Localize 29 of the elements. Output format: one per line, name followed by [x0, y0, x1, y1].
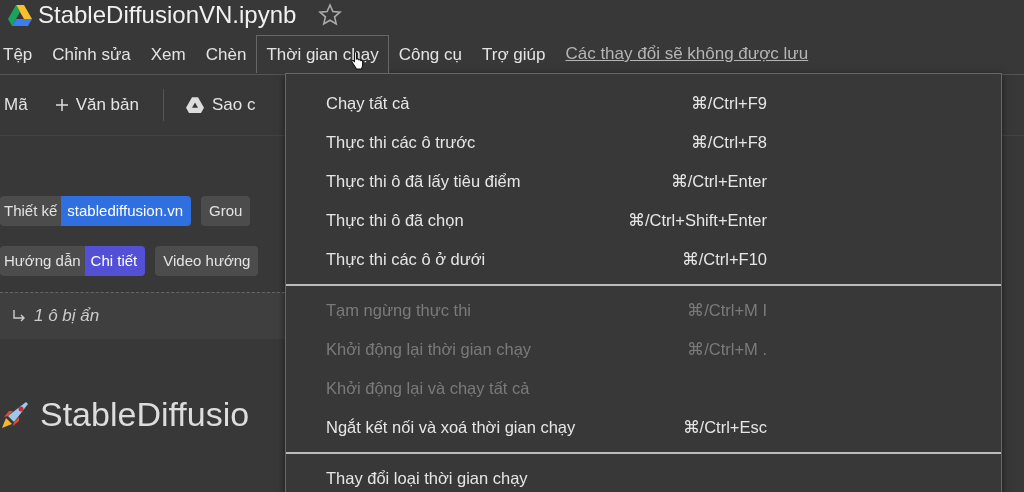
- menu-item[interactable]: Thực thi các ô trước ⌘/Ctrl+F8: [286, 123, 767, 162]
- copy-to-drive-button[interactable]: Sao c: [171, 91, 268, 119]
- notebook-heading: StableDiffusio: [40, 395, 250, 434]
- code-button[interactable]: Mã: [0, 91, 40, 119]
- menu-item[interactable]: Chạy tất cả ⌘/Ctrl+F9: [286, 84, 767, 123]
- rocket-icon: [0, 399, 30, 430]
- menu-item[interactable]: Thực thi ô đã chọn ⌘/Ctrl+Shift+Enter: [286, 201, 767, 240]
- hidden-cells-bar[interactable]: 1 ô bị ẩn: [0, 292, 285, 339]
- star-icon[interactable]: [318, 3, 343, 27]
- menu-item[interactable]: Ngắt kết nối và xoá thời gian chạy ⌘/Ctrl+Esc: [286, 408, 767, 447]
- badge[interactable]: Video hướng: [155, 246, 259, 276]
- menu-item[interactable]: Thực thi các ô ở dưới ⌘/Ctrl+F10: [286, 240, 767, 279]
- menu-tab[interactable]: Xem: [140, 35, 196, 73]
- drive-icon: [185, 97, 204, 113]
- menu-tab[interactable]: Trợ giúp: [472, 35, 556, 73]
- menu-tab[interactable]: Chỉnh sửa: [42, 35, 141, 73]
- menu-tab[interactable]: Thời gian chạy: [256, 35, 389, 73]
- notebook-title[interactable]: StableDiffusionVN.ipynb: [38, 1, 297, 29]
- menu-tab[interactable]: Chèn: [195, 35, 257, 73]
- menu-item[interactable]: Thay đổi loại thời gian chạy: [286, 459, 767, 492]
- drive-icon: [8, 4, 32, 26]
- unsaved-changes-link[interactable]: Các thay đổi sẽ không được lưu: [565, 44, 809, 64]
- text-button[interactable]: Văn bản: [39, 91, 151, 119]
- menu-tab[interactable]: Tệp: [0, 35, 43, 73]
- badge[interactable]: Grou: [201, 196, 251, 226]
- menu-item[interactable]: Thực thi ô đã lấy tiêu điểm ⌘/Ctrl+Enter: [286, 162, 767, 201]
- plus-icon: [55, 99, 68, 111]
- menu-tab[interactable]: Công cụ: [388, 35, 472, 73]
- return-arrow-icon: [12, 310, 26, 322]
